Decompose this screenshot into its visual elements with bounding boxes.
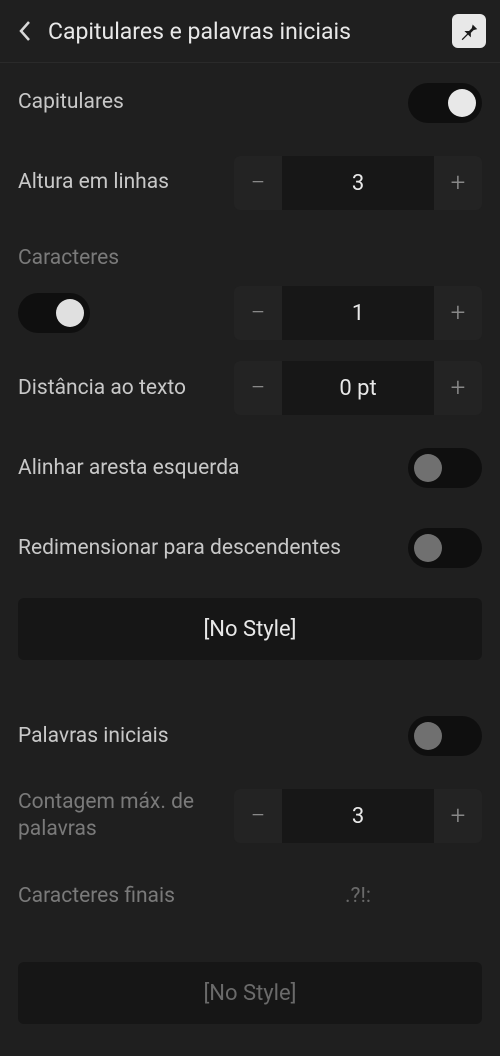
back-button[interactable] xyxy=(14,20,36,42)
toggle-capitulares[interactable] xyxy=(408,83,482,123)
row-distancia: Distância ao texto − 0 pt + xyxy=(18,348,482,428)
contagem-increment[interactable]: + xyxy=(434,789,482,843)
contagem-decrement[interactable]: − xyxy=(234,789,282,843)
toggle-knob xyxy=(56,299,84,327)
row-caracteres-controls: − 1 + xyxy=(18,278,482,348)
stepper-caracteres: − 1 + xyxy=(234,286,482,340)
finais-value[interactable]: .?!: xyxy=(234,884,482,908)
stepper-contagem: − 3 + xyxy=(234,789,482,843)
altura-increment[interactable]: + xyxy=(434,156,482,210)
row-capitulares: Capitulares xyxy=(18,63,482,143)
toggle-knob xyxy=(414,534,442,562)
distancia-increment[interactable]: + xyxy=(434,361,482,415)
toggle-caracteres[interactable] xyxy=(18,293,90,333)
style-select-2[interactable]: [No Style] xyxy=(18,962,482,1024)
label-altura: Altura em linhas xyxy=(18,169,222,196)
altura-decrement[interactable]: − xyxy=(234,156,282,210)
label-contagem: Contagem máx. de palavras xyxy=(18,789,222,844)
label-palavras: Palavras iniciais xyxy=(18,723,396,750)
row-alinhar: Alinhar aresta esquerda xyxy=(18,428,482,508)
distancia-decrement[interactable]: − xyxy=(234,361,282,415)
label-redimensionar: Redimensionar para descendentes xyxy=(18,535,396,562)
toggle-alinhar[interactable] xyxy=(408,448,482,488)
label-distancia: Distância ao texto xyxy=(18,375,222,402)
toggle-palavras[interactable] xyxy=(408,716,482,756)
distancia-value[interactable]: 0 pt xyxy=(282,376,434,401)
stepper-distancia: − 0 pt + xyxy=(234,361,482,415)
row-redimensionar: Redimensionar para descendentes xyxy=(18,508,482,588)
panel-title: Capitulares e palavras iniciais xyxy=(48,18,440,45)
style-select-1[interactable]: [No Style] xyxy=(18,598,482,660)
caracteres-value[interactable]: 1 xyxy=(282,301,434,326)
pin-button[interactable] xyxy=(452,14,486,48)
stepper-altura: − 3 + xyxy=(234,156,482,210)
label-caracteres: Caracteres xyxy=(18,239,482,278)
label-finais: Caracteres finais xyxy=(18,883,222,910)
style-select-1-label: [No Style] xyxy=(203,617,296,642)
toggle-redimensionar[interactable] xyxy=(408,528,482,568)
contagem-value[interactable]: 3 xyxy=(282,804,434,829)
pin-icon xyxy=(458,20,480,42)
row-contagem: Contagem máx. de palavras − 3 + xyxy=(18,776,482,856)
caracteres-increment[interactable]: + xyxy=(434,286,482,340)
toggle-knob xyxy=(414,722,442,750)
row-palavras: Palavras iniciais xyxy=(18,696,482,776)
toggle-knob xyxy=(414,454,442,482)
row-altura: Altura em linhas − 3 + xyxy=(18,143,482,223)
label-alinhar: Alinhar aresta esquerda xyxy=(18,455,396,482)
toggle-knob xyxy=(448,89,476,117)
caracteres-decrement[interactable]: − xyxy=(234,286,282,340)
label-capitulares: Capitulares xyxy=(18,89,396,116)
panel-header: Capitulares e palavras iniciais xyxy=(0,0,500,62)
style-select-2-label: [No Style] xyxy=(203,981,296,1006)
row-finais: Caracteres finais .?!: xyxy=(18,856,482,936)
altura-value[interactable]: 3 xyxy=(282,171,434,196)
